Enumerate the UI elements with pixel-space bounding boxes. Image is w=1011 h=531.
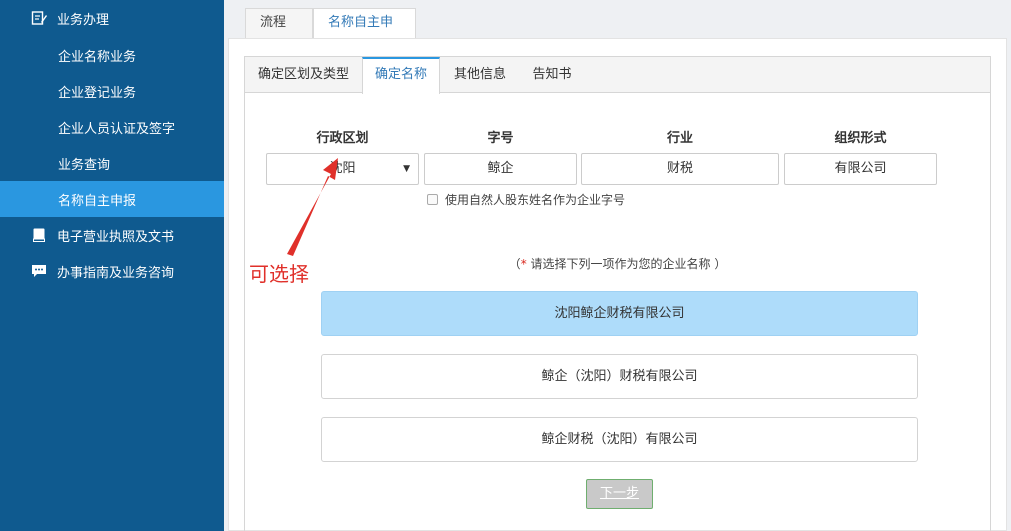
- region-select[interactable]: 沈阳 ▼: [266, 153, 419, 185]
- industry-input[interactable]: 财税: [581, 153, 779, 185]
- name-selection-hint: （* 请选择下列一项作为您的企业名称 ）: [508, 257, 727, 271]
- next-step-button[interactable]: 下一步: [586, 479, 653, 509]
- outer-tab-bar: 流程图 名称自主申报: [224, 0, 1011, 58]
- caret-down-icon: ▼: [403, 164, 410, 174]
- tab-confirm-name[interactable]: 确定名称: [362, 57, 440, 94]
- chat-icon: [31, 263, 47, 279]
- trade-name-header: 字号: [487, 131, 514, 146]
- tab-name-self-declare[interactable]: 名称自主申报: [313, 8, 416, 58]
- tab-notice[interactable]: 告知书: [519, 57, 585, 93]
- sidebar-group-label: 业务办理: [57, 12, 110, 28]
- sidebar-group-license[interactable]: 电子营业执照及文书: [0, 217, 224, 253]
- sidebar-item-enterprise-name[interactable]: 企业名称业务: [0, 37, 224, 73]
- sidebar-item-label: 企业名称业务: [58, 49, 137, 65]
- shareholder-name-checkbox[interactable]: [427, 194, 438, 205]
- inner-tab-bar: 确定区划及类型 确定名称 其他信息 告知书: [245, 57, 990, 94]
- sidebar-group-business[interactable]: 业务办理: [0, 0, 224, 36]
- sidebar-group-label: 电子营业执照及文书: [57, 229, 175, 245]
- sidebar-item-label: 名称自主申报: [58, 193, 137, 209]
- name-option-2[interactable]: 鲸企（沈阳）财税有限公司: [321, 354, 918, 399]
- sidebar-item-business-query[interactable]: 业务查询: [0, 145, 224, 181]
- tab-flowchart[interactable]: 流程图: [245, 8, 313, 58]
- sidebar-group-label: 办事指南及业务咨询: [57, 265, 175, 281]
- shareholder-name-label: 使用自然人股东姓名作为企业字号: [445, 193, 626, 207]
- sidebar: 业务办理 企业名称业务 企业登记业务 企业人员认证及签字 业务查询 名称自主申报…: [0, 0, 224, 531]
- tab-region-and-type[interactable]: 确定区划及类型: [245, 57, 362, 93]
- main-area: 流程图 名称自主申报 确定区划及类型 确定名称 其他信息 告知书 行政区划 字号…: [224, 0, 1011, 531]
- region-value: 沈阳: [329, 161, 356, 176]
- sidebar-item-personnel-auth[interactable]: 企业人员认证及签字: [0, 109, 224, 145]
- sidebar-group-guide[interactable]: 办事指南及业务咨询: [0, 253, 224, 289]
- industry-header: 行业: [666, 131, 693, 146]
- form-box: 确定区划及类型 确定名称 其他信息 告知书 行政区划 字号 行业 组织形式 沈阳…: [244, 56, 991, 531]
- sidebar-item-enterprise-registration[interactable]: 企业登记业务: [0, 73, 224, 109]
- org-form-input[interactable]: 有限公司: [784, 153, 937, 185]
- edit-icon: [31, 10, 47, 26]
- sidebar-item-label: 企业人员认证及签字: [58, 121, 176, 137]
- annotation-label: 可选择: [249, 262, 309, 286]
- sidebar-item-label: 企业登记业务: [58, 85, 137, 101]
- sidebar-item-name-self-declare[interactable]: 名称自主申报: [0, 181, 224, 217]
- tab-other-info[interactable]: 其他信息: [441, 57, 519, 93]
- sidebar-item-label: 业务查询: [58, 157, 111, 173]
- content-panel: 确定区划及类型 确定名称 其他信息 告知书 行政区划 字号 行业 组织形式 沈阳…: [228, 38, 1007, 531]
- name-option-1[interactable]: 沈阳鲸企财税有限公司: [321, 291, 918, 336]
- org-form-header: 组织形式: [834, 131, 887, 146]
- shareholder-name-option: 使用自然人股东姓名作为企业字号: [427, 191, 625, 208]
- trade-name-input[interactable]: 鲸企: [424, 153, 577, 185]
- book-icon: [31, 227, 47, 243]
- name-option-3[interactable]: 鲸企财税（沈阳）有限公司: [321, 417, 918, 462]
- region-header: 行政区划: [316, 131, 369, 146]
